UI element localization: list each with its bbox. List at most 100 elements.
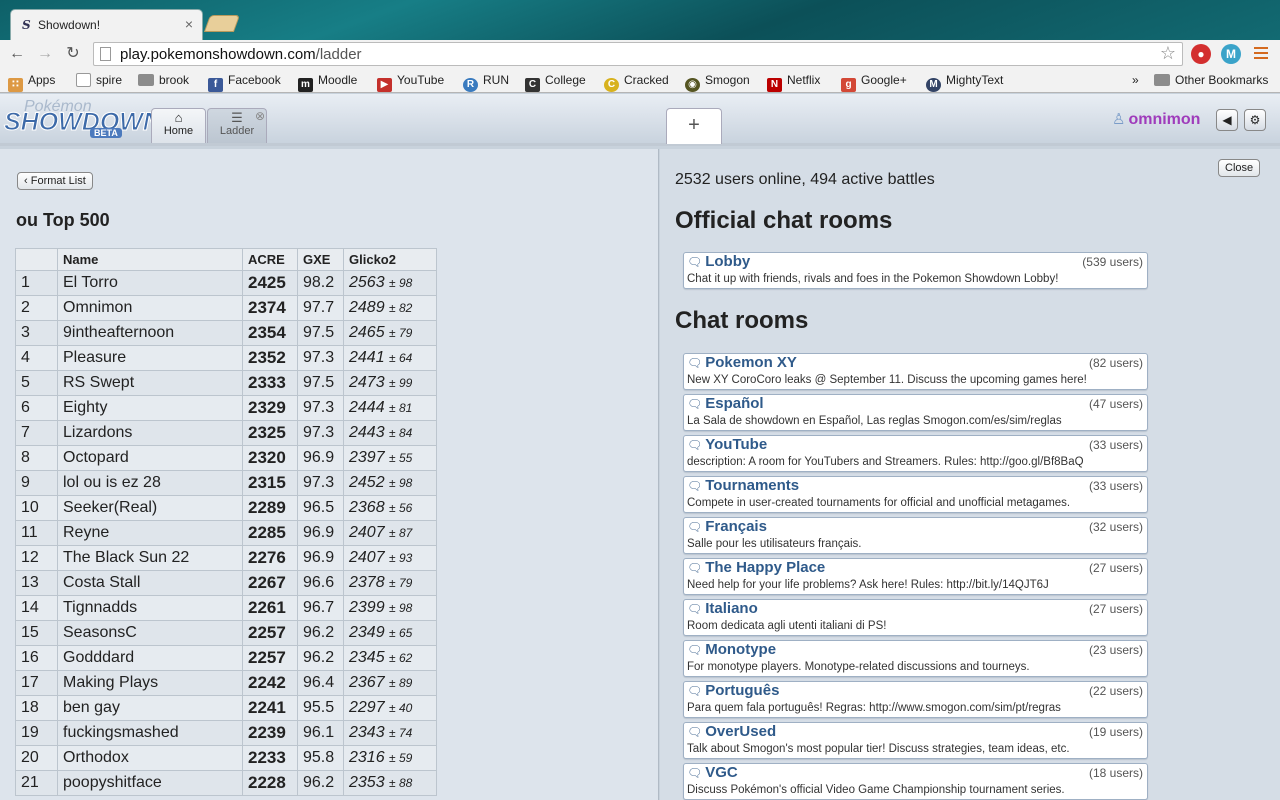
player-name-cell[interactable]: lol ou is ez 28 — [57, 470, 243, 496]
bookmark-moodle[interactable]: m Moodle — [298, 73, 357, 92]
acre-cell: 2242 — [242, 670, 298, 696]
reload-icon[interactable]: ↻ — [62, 43, 84, 65]
player-name-cell[interactable]: Omnimon — [57, 295, 243, 321]
bookmarks-overflow-chevron[interactable]: » — [1132, 73, 1139, 87]
gxe-cell: 98.2 — [297, 270, 344, 296]
player-name-cell[interactable]: Godddard — [57, 645, 243, 671]
player-name-cell[interactable]: Seeker(Real) — [57, 495, 243, 521]
rank-cell: 11 — [15, 520, 58, 546]
room-user-count: (33 users) — [1088, 438, 1143, 452]
table-row: 2 Omnimon 2374 97.7 2489 ± 82 — [15, 295, 437, 321]
room-item[interactable]: 🗨︎ Español (47 users) La Sala de showdown e… — [683, 394, 1148, 431]
bookmark-google-plus[interactable]: g Google+ — [841, 73, 907, 92]
mightytext-extension-icon[interactable]: M — [1221, 44, 1241, 64]
player-name-cell[interactable]: RS Swept — [57, 370, 243, 396]
sound-button[interactable]: ◀ — [1216, 109, 1238, 131]
bookmark-youtube[interactable]: ▶ YouTube — [377, 73, 444, 92]
bookmark-college[interactable]: C College — [525, 73, 586, 92]
room-item[interactable]: 🗨︎ Français (32 users) Salle pour les utili… — [683, 517, 1148, 554]
settings-button[interactable]: ⚙ — [1244, 109, 1266, 131]
player-name-cell[interactable]: poopyshitface — [57, 770, 243, 796]
player-name-cell[interactable]: Costa Stall — [57, 570, 243, 596]
player-name-cell[interactable]: Orthodox — [57, 745, 243, 771]
format-list-button[interactable]: ‹ Format List — [17, 172, 93, 190]
player-name-cell[interactable]: Tignnadds — [57, 595, 243, 621]
bookmark-brook[interactable]: brook — [138, 73, 189, 87]
gxe-cell: 96.2 — [297, 645, 344, 671]
player-name-cell[interactable]: El Torro — [57, 270, 243, 296]
room-name: 🗨︎ Español — [687, 395, 764, 412]
username[interactable]: ♙ omnimon — [1112, 110, 1200, 129]
player-name-cell[interactable]: SeasonsC — [57, 620, 243, 646]
bookmark-netflix[interactable]: N Netflix — [767, 73, 820, 92]
volume-icon: ◀ — [1222, 113, 1232, 127]
rank-cell: 18 — [15, 695, 58, 721]
room-item[interactable]: 🗨︎ Lobby (539 users) Chat it up with friend… — [683, 252, 1148, 289]
chrome-menu-icon[interactable] — [1254, 47, 1268, 62]
bookmark-run[interactable]: R RUN — [463, 73, 509, 92]
acre-cell: 2233 — [242, 745, 298, 771]
room-item[interactable]: 🗨︎ VGC (18 users) Discuss Pokémon's officia… — [683, 763, 1148, 800]
close-button[interactable]: Close — [1218, 159, 1261, 177]
player-name-cell[interactable]: The Black Sun 22 — [57, 545, 243, 571]
room-item[interactable]: 🗨︎ YouTube (33 users) description: A room f… — [683, 435, 1148, 472]
room-item[interactable]: 🗨︎ Italiano (27 users) Room dedicata agli u… — [683, 599, 1148, 636]
address-bar[interactable]: play.pokemonshowdown.com/ladder ☆ — [93, 42, 1183, 66]
player-name-cell[interactable]: Eighty — [57, 395, 243, 421]
apps-grid-icon: ∷ — [8, 78, 23, 92]
glicko-cell: 2343 ± 74 — [343, 720, 437, 746]
back-arrow-icon[interactable]: ← — [6, 43, 28, 65]
room-user-count: (33 users) — [1088, 479, 1143, 493]
gxe-cell: 96.4 — [297, 670, 344, 696]
table-row: 21 poopyshitface 2228 96.2 2353 ± 88 — [15, 770, 437, 796]
table-row: 4 Pleasure 2352 97.3 2441 ± 64 — [15, 345, 437, 371]
user-icon: ♙ — [1112, 111, 1126, 128]
gxe-cell: 96.1 — [297, 720, 344, 746]
player-name-cell[interactable]: Making Plays — [57, 670, 243, 696]
bookmark-cracked[interactable]: C Cracked — [604, 73, 669, 92]
room-item[interactable]: 🗨︎ Português (22 users) Para quem fala port… — [683, 681, 1148, 718]
room-item[interactable]: 🗨︎ OverUsed (19 users) Talk about Smogon's … — [683, 722, 1148, 759]
bookmark-apps[interactable]: ∷ Apps — [8, 73, 55, 92]
room-item[interactable]: 🗨︎ Tournaments (33 users) Compete in user-c… — [683, 476, 1148, 513]
rooms-panel: Close 2532 users online, 494 active batt… — [660, 149, 1280, 800]
glicko-cell: 2441 ± 64 — [343, 345, 437, 371]
bookmark-facebook[interactable]: f Facebook — [208, 73, 281, 92]
bookmark-smogon[interactable]: ◉ Smogon — [685, 73, 750, 92]
close-tab-icon[interactable]: × — [185, 16, 193, 32]
room-item[interactable]: 🗨︎ Monotype (23 users) For monotype players… — [683, 640, 1148, 677]
acre-cell: 2276 — [242, 545, 298, 571]
bookmarks-bar: ∷ Apps spire brook f Facebook m Moodle ▶ You… — [0, 68, 1280, 93]
tab-home[interactable]: ⌂ Home — [151, 108, 206, 143]
player-name-cell[interactable]: 9intheafternoon — [57, 320, 243, 346]
gxe-cell: 97.3 — [297, 470, 344, 496]
player-name-cell[interactable]: fuckingsmashed — [57, 720, 243, 746]
player-name-cell[interactable]: ben gay — [57, 695, 243, 721]
gxe-cell: 97.3 — [297, 395, 344, 421]
close-tab-icon[interactable]: ⊗ — [255, 109, 265, 123]
bookmark-spire[interactable]: spire — [76, 73, 122, 87]
player-name-cell[interactable]: Pleasure — [57, 345, 243, 371]
new-tab-button[interactable] — [203, 15, 241, 32]
forward-arrow-icon[interactable]: → — [34, 43, 56, 65]
glicko-cell: 2473 ± 99 — [343, 370, 437, 396]
speech-bubble-icon: 🗨︎ — [687, 356, 703, 370]
bookmark-mightytext[interactable]: M MightyText — [926, 73, 1003, 92]
player-name-cell[interactable]: Reyne — [57, 520, 243, 546]
browser-tab-showdown[interactable]: S Showdown! × — [10, 9, 203, 40]
adblock-extension-icon[interactable]: ● — [1191, 44, 1211, 64]
glicko-cell: 2297 ± 40 — [343, 695, 437, 721]
glicko-cell: 2443 ± 84 — [343, 420, 437, 446]
room-item[interactable]: 🗨︎ The Happy Place (27 users) Need help for… — [683, 558, 1148, 595]
table-row: 5 RS Swept 2333 97.5 2473 ± 99 — [15, 370, 437, 396]
new-room-tab-button[interactable]: + — [666, 108, 722, 144]
gxe-cell: 97.3 — [297, 345, 344, 371]
bookmark-other-bookmarks[interactable]: Other Bookmarks — [1154, 73, 1268, 87]
tab-ladder[interactable]: ☰ Ladder ⊗ — [207, 108, 267, 143]
bookmark-star-icon[interactable]: ☆ — [1160, 43, 1176, 64]
room-name: 🗨︎ VGC — [687, 764, 738, 781]
table-row: 19 fuckingsmashed 2239 96.1 2343 ± 74 — [15, 720, 437, 746]
player-name-cell[interactable]: Lizardons — [57, 420, 243, 446]
room-item[interactable]: 🗨︎ Pokemon XY (82 users) New XY CoroCoro le… — [683, 353, 1148, 390]
player-name-cell[interactable]: Octopard — [57, 445, 243, 471]
